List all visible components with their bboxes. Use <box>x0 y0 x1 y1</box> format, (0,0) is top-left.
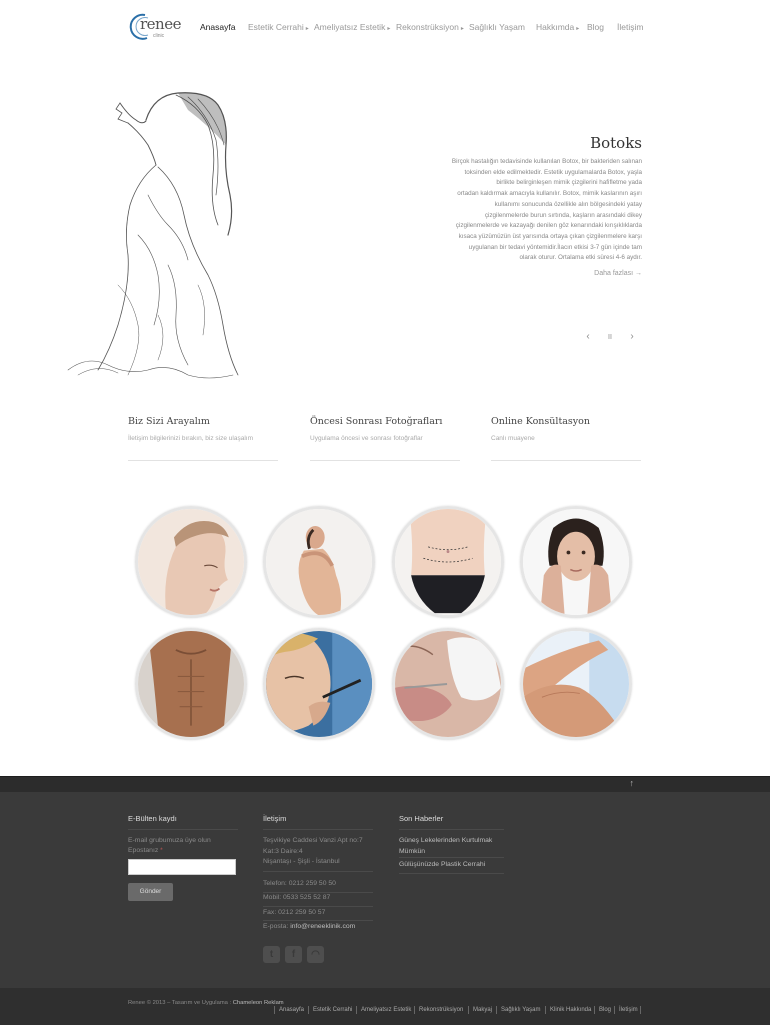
caret-right-icon: ▸ <box>305 26 309 32</box>
hero-title: Botoks <box>590 134 642 152</box>
divider <box>468 1006 469 1014</box>
feature-desc: Canlı muayene <box>491 435 535 442</box>
gallery-abdomen-image[interactable] <box>392 506 504 618</box>
footer-nav-blog[interactable]: Blog <box>599 1007 611 1013</box>
nav-item-anasayfa[interactable]: Anasayfa <box>200 22 235 32</box>
feature-before-after[interactable]: Öncesi Sonrası Fotoğrafları Uygulama önc… <box>310 416 460 461</box>
caret-right-icon: ▸ <box>460 26 464 32</box>
footer-nav-anasayfa[interactable]: Anasayfa <box>279 1007 304 1013</box>
footer-top-bar: ↑ <box>0 776 770 792</box>
divider <box>263 906 373 907</box>
footer-nav-estetik-cerrahi[interactable]: Estetik Cerrahi <box>313 1007 352 1013</box>
divider <box>274 1006 275 1014</box>
footer-nav-saglikli-yasam[interactable]: Sağlıklı Yaşam <box>501 1007 540 1013</box>
contact-phone: Telefon: 0212 259 50 50 <box>263 880 336 887</box>
email-link[interactable]: info@reneeklinik.com <box>290 923 355 930</box>
feature-desc: İletişim bilgilerinizi bırakın, biz size… <box>128 435 253 442</box>
footer-nav-ameliyatsiz-estetik[interactable]: Ameliyatsız Estetik <box>361 1007 411 1013</box>
gallery-body-image[interactable] <box>263 506 375 618</box>
newsletter-desc: E-mail grubumuza üye olun <box>128 837 211 844</box>
newsletter-email-input[interactable] <box>128 859 236 875</box>
news-title: Son Haberler <box>399 814 444 823</box>
divider <box>414 1006 415 1014</box>
feature-title: Öncesi Sonrası Fotoğrafları <box>310 416 443 427</box>
feature-title: Online Konsültasyon <box>491 416 591 427</box>
gallery-lip-filler-image[interactable] <box>392 628 504 740</box>
contact-mobile: Mobil: 0533 525 52 87 <box>263 894 331 901</box>
gallery-legs-image[interactable] <box>520 628 632 740</box>
contact-fax: Fax: 0212 259 50 57 <box>263 909 326 916</box>
divider <box>545 1006 546 1014</box>
email-label: Epostanız * <box>128 847 163 854</box>
gallery-male-torso-image[interactable] <box>135 628 247 740</box>
footer <box>0 792 770 988</box>
slider-prev-button[interactable]: ‹ <box>582 331 594 342</box>
divider <box>614 1006 615 1014</box>
divider <box>128 829 238 830</box>
caret-right-icon: ▸ <box>387 26 391 32</box>
gallery-woman-portrait-image[interactable] <box>520 506 632 618</box>
logo-text: renee <box>140 15 181 33</box>
nav-item-ameliyatsiz-estetik[interactable]: Ameliyatsız Estetik ▸ <box>314 22 390 32</box>
contact-address: Teşvikiye Caddesi Vanzi Apt no:7 Kat:3 D… <box>263 837 363 865</box>
hero-sketch-image <box>58 85 248 385</box>
nav-item-saglikli-yasam[interactable]: Sağlıklı Yaşam <box>469 22 525 32</box>
divider <box>308 1006 309 1014</box>
contact-email: E-posta: info@reneeklinik.com <box>263 923 356 930</box>
divider <box>263 920 373 921</box>
nav-item-estetik-cerrahi[interactable]: Estetik Cerrahi ▸ <box>248 22 309 32</box>
divider <box>640 1006 641 1014</box>
feature-online-consultation[interactable]: Online Konsültasyon Canlı muayene <box>491 416 641 461</box>
footer-nav-rekonstruksiyon[interactable]: Rekonstrüksiyon <box>419 1007 463 1013</box>
nav-item-hakkimda[interactable]: Hakkımda ▸ <box>536 22 579 32</box>
logo-subtext: clinic <box>153 33 165 39</box>
read-more-link[interactable]: Daha fazlası → <box>594 270 642 277</box>
nav-item-iletisim[interactable]: İletişim <box>617 22 643 32</box>
divider <box>496 1006 497 1014</box>
footer-nav-makyaj[interactable]: Makyaj <box>473 1007 492 1013</box>
caret-right-icon: ▸ <box>576 26 580 32</box>
newsletter-title: E-Bülten kaydı <box>128 814 177 823</box>
newsletter-submit-button[interactable]: Gönder <box>128 883 173 901</box>
footer-nav-klinik-hakkinda[interactable]: Klinik Hakkında <box>550 1007 591 1013</box>
nav-item-blog[interactable]: Blog <box>587 22 604 32</box>
gallery-injection-image[interactable] <box>263 628 375 740</box>
divider <box>399 873 504 874</box>
nav-item-rekonstruksiyon[interactable]: Rekonstrüksiyon ▸ <box>396 22 464 32</box>
footer-nav-iletisim[interactable]: İletişim <box>619 1007 638 1013</box>
facebook-icon[interactable]: f <box>285 946 302 963</box>
divider <box>399 829 504 830</box>
divider <box>399 857 504 858</box>
contact-title: İletişim <box>263 814 287 823</box>
rss-icon[interactable]: ◠ <box>307 946 324 963</box>
feature-desc: Uygulama öncesi ve sonrası fotoğraflar <box>310 435 423 442</box>
divider <box>594 1006 595 1014</box>
slider-next-button[interactable]: › <box>626 331 638 342</box>
news-item[interactable]: Gülüşünüzde Plastik Cerrahi <box>399 860 485 871</box>
divider <box>356 1006 357 1014</box>
feature-title: Biz Sizi Arayalım <box>128 416 210 427</box>
divider <box>263 871 373 872</box>
scroll-top-icon[interactable]: ↑ <box>630 778 635 788</box>
slider-pause-button[interactable]: II <box>604 334 616 341</box>
gallery-face-image[interactable] <box>135 506 247 618</box>
agency-link[interactable]: Chameleon Reklam <box>233 1000 284 1006</box>
logo[interactable]: renee clinic <box>129 12 181 40</box>
copyright-text: Renee © 2013 – Tasarım ve Uygulama : Cha… <box>128 1000 284 1006</box>
divider <box>263 829 373 830</box>
feature-callback[interactable]: Biz Sizi Arayalım İletişim bilgilerinizi… <box>128 416 278 461</box>
news-item[interactable]: Güneş Lekelerinden Kurtulmak Mümkün <box>399 836 492 857</box>
hero-description: Birçok hastalığın tedavisinde kullanılan… <box>451 158 642 262</box>
twitter-icon[interactable]: t <box>263 946 280 963</box>
